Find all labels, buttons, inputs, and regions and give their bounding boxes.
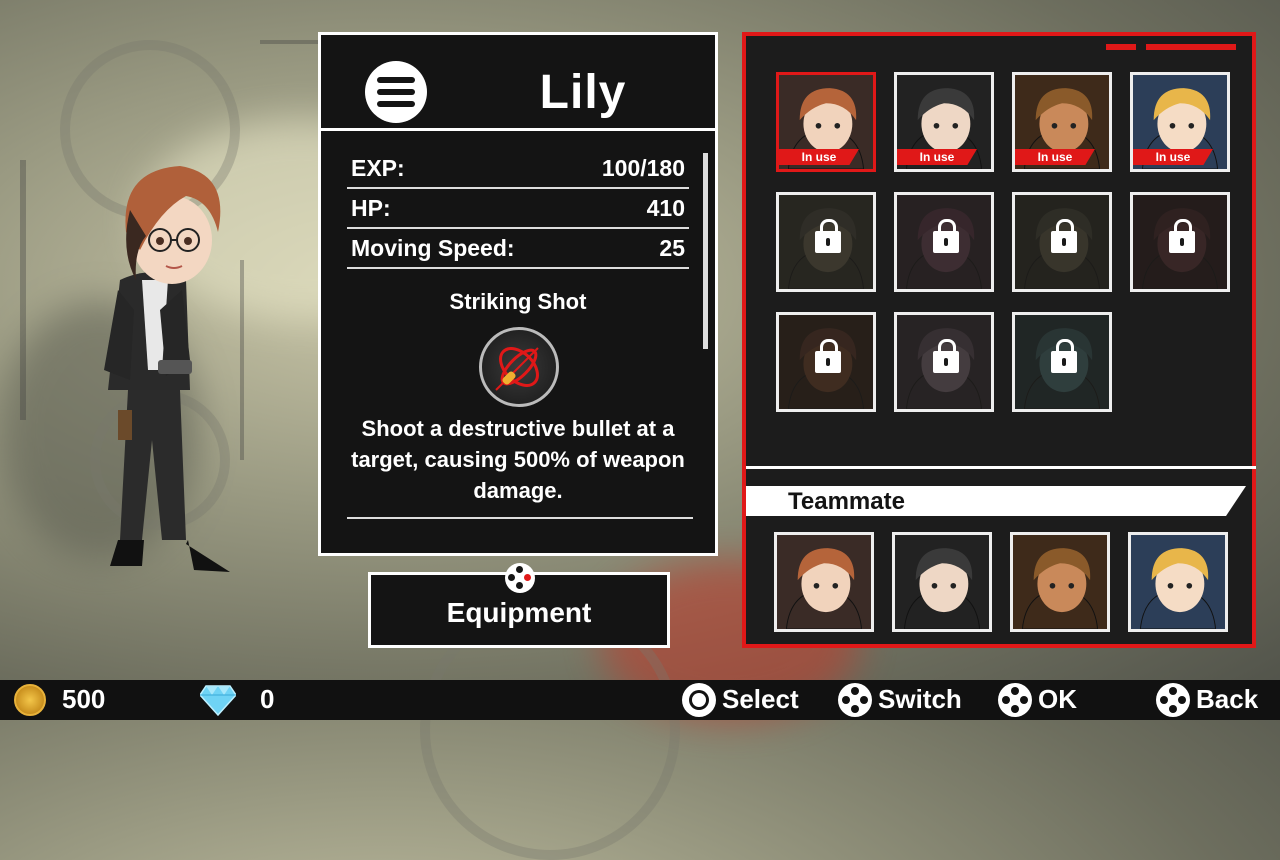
teammate-portrait bbox=[895, 535, 989, 629]
menu-icon-bar bbox=[377, 101, 415, 107]
lock-icon bbox=[933, 339, 959, 373]
back-label: Back bbox=[1196, 684, 1259, 714]
character-slot-locked-6[interactable] bbox=[894, 312, 994, 412]
in-use-badge: In use bbox=[1015, 149, 1095, 165]
lock-icon bbox=[815, 219, 841, 253]
select-button-icon[interactable] bbox=[682, 683, 716, 717]
stat-row-hp: HP: 410 bbox=[347, 189, 689, 229]
gem-amount: 0 bbox=[260, 684, 275, 714]
stat-value: 25 bbox=[659, 235, 685, 261]
info-scrollbar[interactable] bbox=[703, 153, 708, 349]
ok-label: OK bbox=[1038, 684, 1077, 714]
in-use-badge: In use bbox=[779, 149, 859, 165]
stat-label: Moving Speed: bbox=[351, 235, 515, 261]
stat-value: 100/180 bbox=[601, 155, 685, 181]
stat-label: HP: bbox=[351, 195, 391, 221]
teammate-slot-cowboy[interactable] bbox=[1010, 532, 1110, 632]
divider bbox=[746, 466, 1256, 469]
stat-value: 410 bbox=[646, 195, 685, 221]
character-slot-locked-2[interactable] bbox=[894, 192, 994, 292]
menu-icon-bar bbox=[377, 77, 415, 83]
dpad-back-icon[interactable] bbox=[1156, 683, 1190, 717]
character-name: Lily bbox=[539, 66, 627, 119]
lock-icon bbox=[1051, 339, 1077, 373]
teammate-label: Teammate bbox=[788, 488, 905, 515]
bg-line bbox=[260, 40, 320, 44]
character-slot-detective[interactable]: In use bbox=[894, 72, 994, 172]
character-slot-locked-3[interactable] bbox=[1012, 192, 1112, 292]
stat-label: EXP: bbox=[351, 155, 405, 181]
panel-tab bbox=[1106, 44, 1136, 50]
dpad-switch-icon[interactable] bbox=[838, 683, 872, 717]
bullet-target-icon bbox=[479, 327, 559, 407]
equipment-label: Equipment bbox=[446, 597, 592, 628]
character-slot-cowboy[interactable]: In use bbox=[1012, 72, 1112, 172]
dpad-ok-icon[interactable] bbox=[998, 683, 1032, 717]
menu-icon-bar bbox=[377, 89, 415, 95]
equipment-button[interactable]: Equipment bbox=[368, 563, 670, 648]
lock-icon bbox=[1051, 219, 1077, 253]
character-illustration bbox=[104, 166, 230, 572]
lock-icon bbox=[933, 219, 959, 253]
stat-row-moving-speed: Moving Speed: 25 bbox=[347, 229, 689, 269]
gold-coin-icon bbox=[14, 684, 46, 716]
select-label: Select bbox=[722, 684, 799, 714]
switch-label: Switch bbox=[878, 684, 962, 714]
divider bbox=[347, 517, 693, 519]
menu-button[interactable] bbox=[365, 61, 427, 123]
teammate-slot-blonde[interactable] bbox=[1128, 532, 1228, 632]
skill-description: Shoot a destructive bullet at a target, … bbox=[351, 416, 685, 503]
character-slot-locked-5[interactable] bbox=[776, 312, 876, 412]
bg-line bbox=[20, 160, 26, 420]
dpad-icon bbox=[505, 563, 535, 593]
in-use-badge: In use bbox=[1133, 149, 1213, 165]
teammate-portrait bbox=[777, 535, 871, 629]
stat-row-exp: EXP: 100/180 bbox=[347, 149, 689, 189]
lock-icon bbox=[815, 339, 841, 373]
character-info-panel: Lily EXP: 100/180 HP: 410 Moving Speed: … bbox=[318, 32, 718, 556]
roster-panel: In use In use In use In use Teammate bbox=[742, 32, 1256, 648]
gold-amount: 500 bbox=[62, 684, 106, 714]
character-slot-locked-1[interactable] bbox=[776, 192, 876, 292]
teammate-portrait bbox=[1013, 535, 1107, 629]
skill-name: Striking Shot bbox=[449, 289, 587, 314]
character-slot-locked-7[interactable] bbox=[1012, 312, 1112, 412]
lock-icon bbox=[1169, 219, 1195, 253]
teammate-slot-detective[interactable] bbox=[892, 532, 992, 632]
teammate-header: Teammate bbox=[746, 486, 1246, 516]
teammate-slot-lily[interactable] bbox=[774, 532, 874, 632]
panel-tab bbox=[1146, 44, 1236, 50]
teammate-portrait bbox=[1131, 535, 1225, 629]
info-header: Lily bbox=[321, 35, 715, 131]
character-slot-lily[interactable]: In use bbox=[776, 72, 876, 172]
character-slot-locked-4[interactable] bbox=[1130, 192, 1230, 292]
character-slot-blonde[interactable]: In use bbox=[1130, 72, 1230, 172]
bottom-bar: 500 0 Select Switch OK Back bbox=[0, 680, 1280, 720]
diamond-icon bbox=[200, 685, 236, 716]
in-use-badge: In use bbox=[897, 149, 977, 165]
